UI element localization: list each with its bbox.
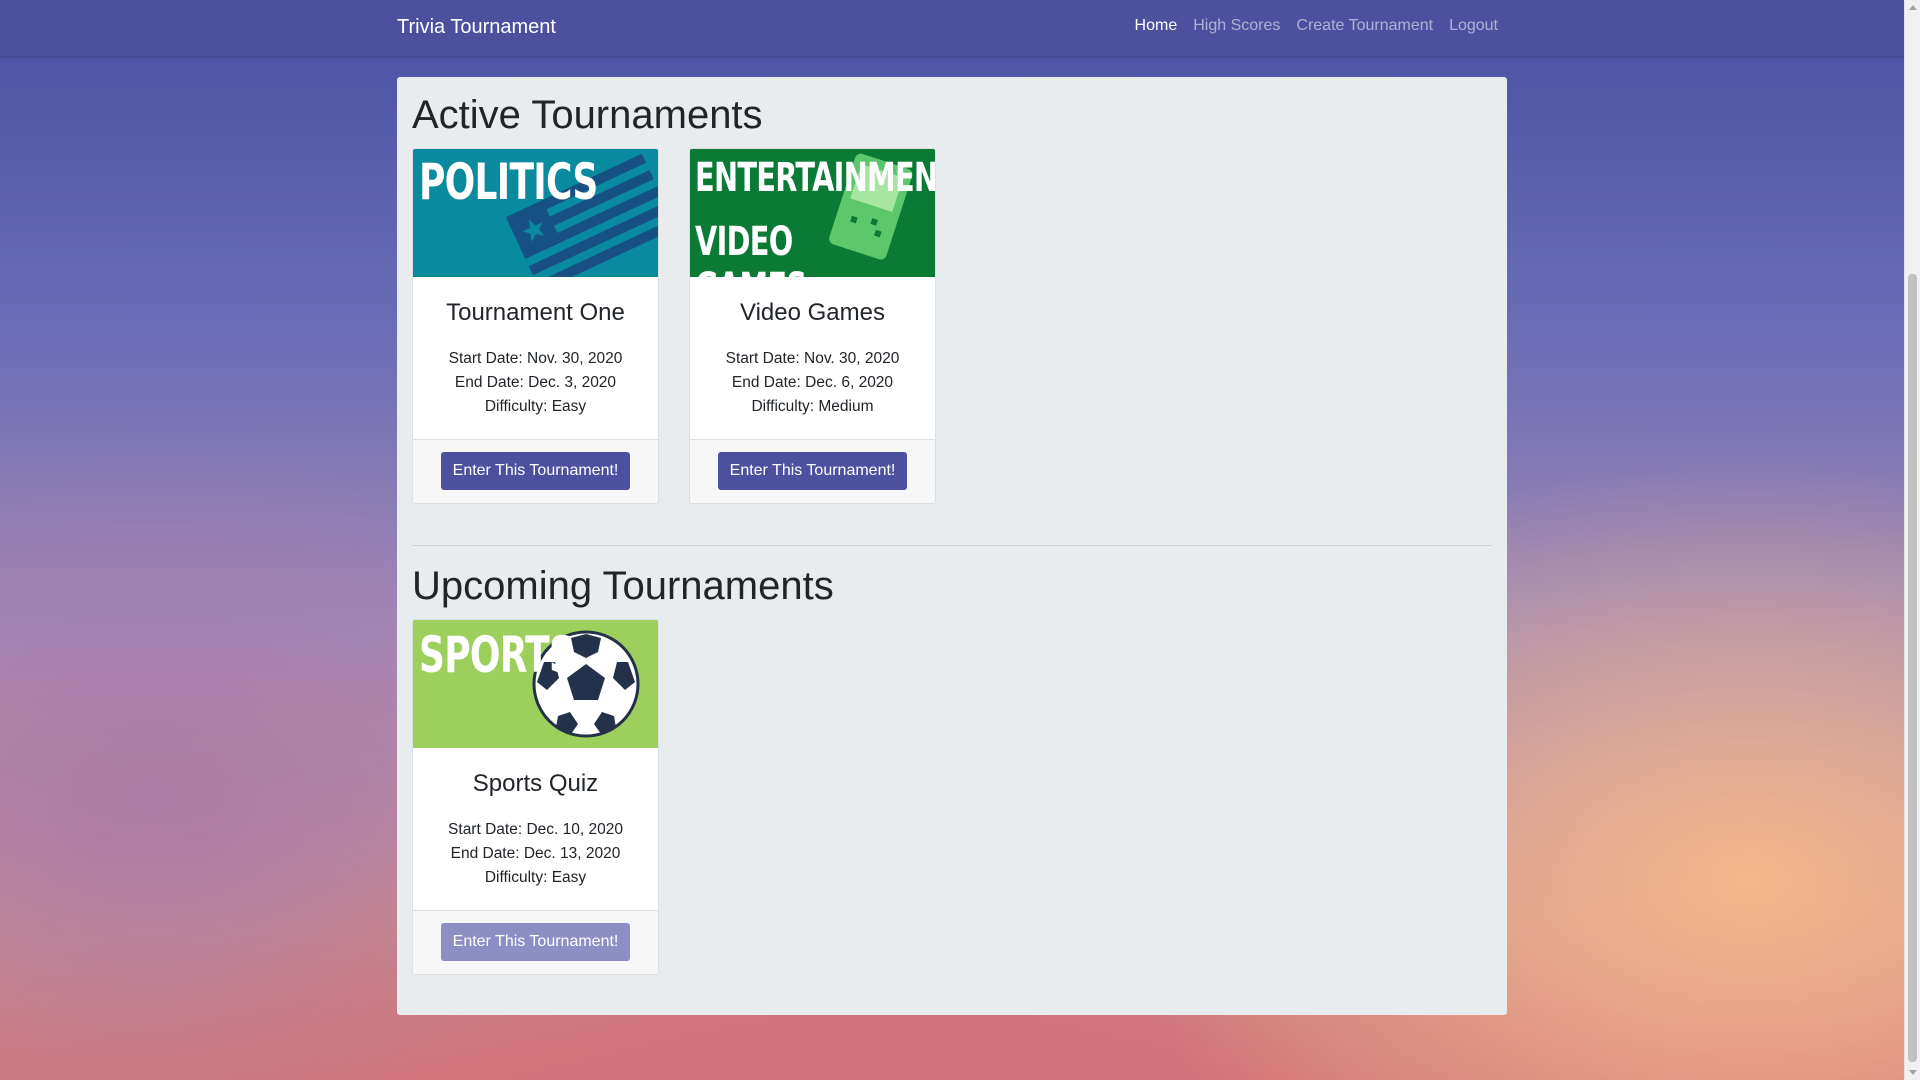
start-date: Start Date: Dec. 10, 2020 <box>448 821 623 838</box>
card-footer: Enter This Tournament! <box>413 910 658 974</box>
tournament-card: SPORTS Sports Quiz Start Date: Dec. 10, … <box>412 619 659 975</box>
card-details: Start Date: Nov. 30, 2020 End Date: Dec.… <box>690 347 935 419</box>
scrollbar-thumb[interactable] <box>1908 274 1917 1062</box>
scroll-down-arrow-icon[interactable] <box>1909 1070 1917 1075</box>
politics-category-image: POLITICS <box>413 149 658 277</box>
nav-high-scores[interactable]: High Scores <box>1193 17 1280 35</box>
image-caption-line-1: ENTERTAINMENT: <box>695 155 935 201</box>
end-date: End Date: Dec. 13, 2020 <box>450 845 621 862</box>
page-scrollbar[interactable] <box>1904 0 1920 1080</box>
main-panel: Active Tournaments POLITICS Tournament O… <box>397 77 1507 1015</box>
enter-tournament-button-disabled[interactable]: Enter This Tournament! <box>441 923 630 961</box>
difficulty: Difficulty: Easy <box>484 398 587 415</box>
start-date: Start Date: Nov. 30, 2020 <box>725 350 900 367</box>
image-caption-line-2: VIDEO GAMES <box>695 219 807 277</box>
nav-logout[interactable]: Logout <box>1449 17 1498 35</box>
active-tournaments-heading: Active Tournaments <box>412 93 763 137</box>
nav-create-tournament[interactable]: Create Tournament <box>1296 17 1433 35</box>
end-date: End Date: Dec. 6, 2020 <box>731 374 894 391</box>
sports-category-image: SPORTS <box>413 620 658 748</box>
brand-link[interactable]: Trivia Tournament <box>397 16 556 39</box>
image-caption: SPORTS <box>419 626 575 684</box>
enter-tournament-button[interactable]: Enter This Tournament! <box>441 452 630 490</box>
card-footer: Enter This Tournament! <box>413 439 658 503</box>
tournament-card: ENTERTAINMENT: VIDEO GAMES Video Games S… <box>689 148 936 504</box>
difficulty: Difficulty: Easy <box>484 869 587 886</box>
card-title: Sports Quiz <box>472 770 599 797</box>
enter-tournament-button[interactable]: Enter This Tournament! <box>718 452 907 490</box>
scroll-up-arrow-icon[interactable] <box>1909 5 1917 10</box>
nav-links: Home High Scores Create Tournament Logou… <box>1135 17 1498 35</box>
start-date: Start Date: Nov. 30, 2020 <box>448 350 623 367</box>
card-footer: Enter This Tournament! <box>690 439 935 503</box>
upcoming-tournaments-heading: Upcoming Tournaments <box>412 564 834 608</box>
image-caption: POLITICS <box>419 153 598 211</box>
end-date: End Date: Dec. 3, 2020 <box>454 374 617 391</box>
difficulty: Difficulty: Medium <box>751 398 874 415</box>
section-divider <box>412 545 1492 546</box>
video-games-category-image: ENTERTAINMENT: VIDEO GAMES <box>690 149 935 277</box>
top-navbar: Trivia Tournament Home High Scores Creat… <box>0 0 1904 56</box>
card-title: Tournament One <box>446 299 625 326</box>
card-details: Start Date: Dec. 10, 2020 End Date: Dec.… <box>413 818 658 890</box>
card-details: Start Date: Nov. 30, 2020 End Date: Dec.… <box>413 347 658 419</box>
card-title: Video Games <box>740 299 885 326</box>
tournament-card: POLITICS Tournament One Start Date: Nov.… <box>412 148 659 504</box>
nav-home[interactable]: Home <box>1135 17 1178 35</box>
